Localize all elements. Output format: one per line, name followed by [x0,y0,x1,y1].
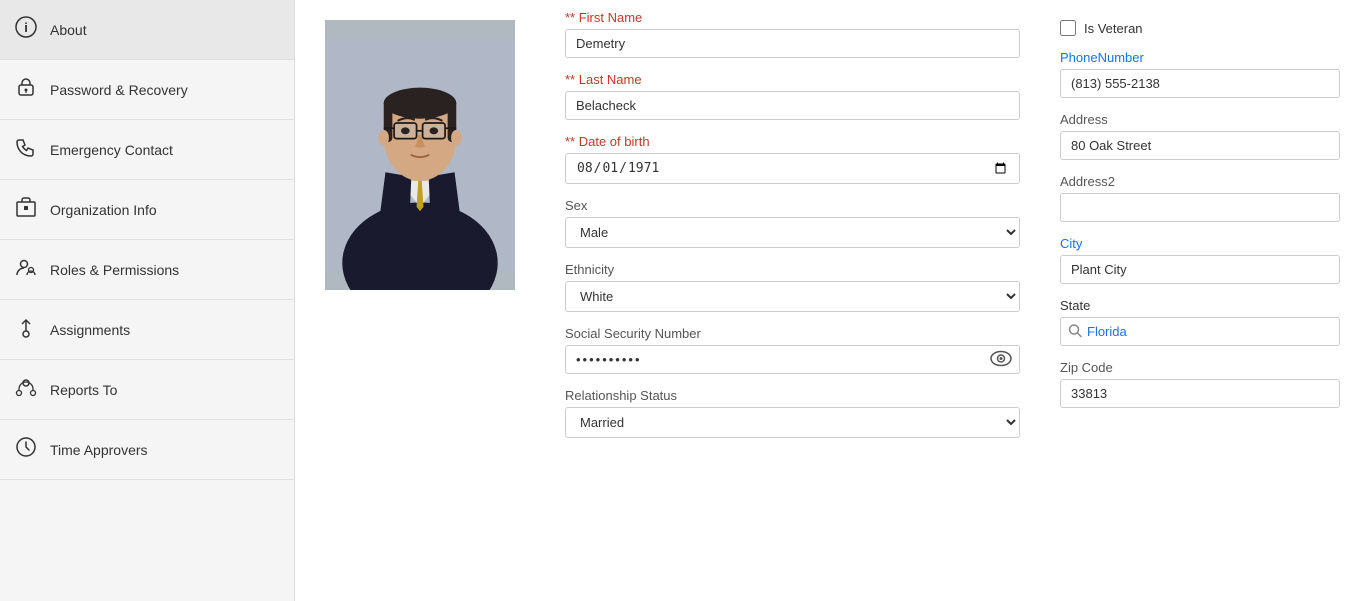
ssn-label: Social Security Number [565,326,1020,341]
right-panel: Is Veteran PhoneNumber Address Address2 … [1050,0,1350,601]
main-form: ** First Name ** Last Name ** Date of bi… [535,0,1050,601]
address-group: Address [1060,112,1330,160]
sex-group: Sex Male Female Other [565,198,1020,248]
ssn-input[interactable] [565,345,1020,374]
dob-input[interactable] [565,153,1020,184]
state-input-wrapper [1060,317,1340,346]
state-input[interactable] [1060,317,1340,346]
zip-group: Zip Code [1060,360,1330,408]
dob-group: ** Date of birth [565,134,1020,184]
is-veteran-label: Is Veteran [1084,21,1143,36]
eye-icon[interactable] [990,350,1012,369]
roles-icon [14,256,38,283]
first-name-input[interactable] [565,29,1020,58]
last-name-input[interactable] [565,91,1020,120]
state-label: State [1060,298,1330,313]
emergency-icon [14,136,38,163]
address-input[interactable] [1060,131,1340,160]
sidebar-item-password-recovery[interactable]: Password & Recovery [0,60,294,120]
sidebar-label-password: Password & Recovery [50,82,188,98]
dob-label: ** Date of birth [565,134,1020,149]
address2-group: Address2 [1060,174,1330,222]
first-name-group: ** First Name [565,10,1020,58]
sidebar: i About Password & Recovery [0,0,295,601]
search-icon [1068,323,1082,340]
zip-label: Zip Code [1060,360,1330,375]
sidebar-label-emergency: Emergency Contact [50,142,173,158]
photo-area [295,0,535,601]
time-icon [14,436,38,463]
address2-label: Address2 [1060,174,1330,189]
phone-input[interactable] [1060,69,1340,98]
profile-photo [325,20,515,290]
zip-input[interactable] [1060,379,1340,408]
sidebar-label-org: Organization Info [50,202,157,218]
ethnicity-select[interactable]: White Black or African American Hispanic… [565,281,1020,312]
is-veteran-checkbox[interactable] [1060,20,1076,36]
svg-text:i: i [24,20,28,35]
ethnicity-label: Ethnicity [565,262,1020,277]
state-group: State [1060,298,1330,346]
last-name-group: ** Last Name [565,72,1020,120]
address2-input[interactable] [1060,193,1340,222]
phone-group: PhoneNumber [1060,50,1330,98]
last-name-label: ** Last Name [565,72,1020,87]
assignments-icon [14,316,38,343]
sidebar-label-assignments: Assignments [50,322,130,338]
ssn-wrapper [565,345,1020,374]
first-name-label: ** First Name [565,10,1020,25]
ssn-group: Social Security Number [565,326,1020,374]
about-icon: i [14,16,38,43]
sidebar-item-assignments[interactable]: Assignments [0,300,294,360]
sidebar-item-time-approvers[interactable]: Time Approvers [0,420,294,480]
sidebar-item-about[interactable]: i About [0,0,294,60]
org-icon [14,196,38,223]
relationship-select[interactable]: Married Single Divorced Widowed [565,407,1020,438]
sidebar-item-roles-permissions[interactable]: Roles & Permissions [0,240,294,300]
phone-label: PhoneNumber [1060,50,1330,65]
sidebar-label-roles: Roles & Permissions [50,262,179,278]
address-label: Address [1060,112,1330,127]
city-input[interactable] [1060,255,1340,284]
sidebar-label-time: Time Approvers [50,442,148,458]
relationship-label: Relationship Status [565,388,1020,403]
sex-label: Sex [565,198,1020,213]
ethnicity-group: Ethnicity White Black or African America… [565,262,1020,312]
password-icon [14,76,38,103]
city-label: City [1060,236,1330,251]
reports-icon [14,376,38,403]
sidebar-item-emergency-contact[interactable]: Emergency Contact [0,120,294,180]
relationship-group: Relationship Status Married Single Divor… [565,388,1020,438]
sidebar-label-reports: Reports To [50,382,117,398]
is-veteran-group: Is Veteran [1060,10,1330,36]
sex-select[interactable]: Male Female Other [565,217,1020,248]
city-group: City [1060,236,1330,284]
sidebar-item-reports-to[interactable]: Reports To [0,360,294,420]
sidebar-item-organization-info[interactable]: Organization Info [0,180,294,240]
sidebar-label-about: About [50,22,87,38]
